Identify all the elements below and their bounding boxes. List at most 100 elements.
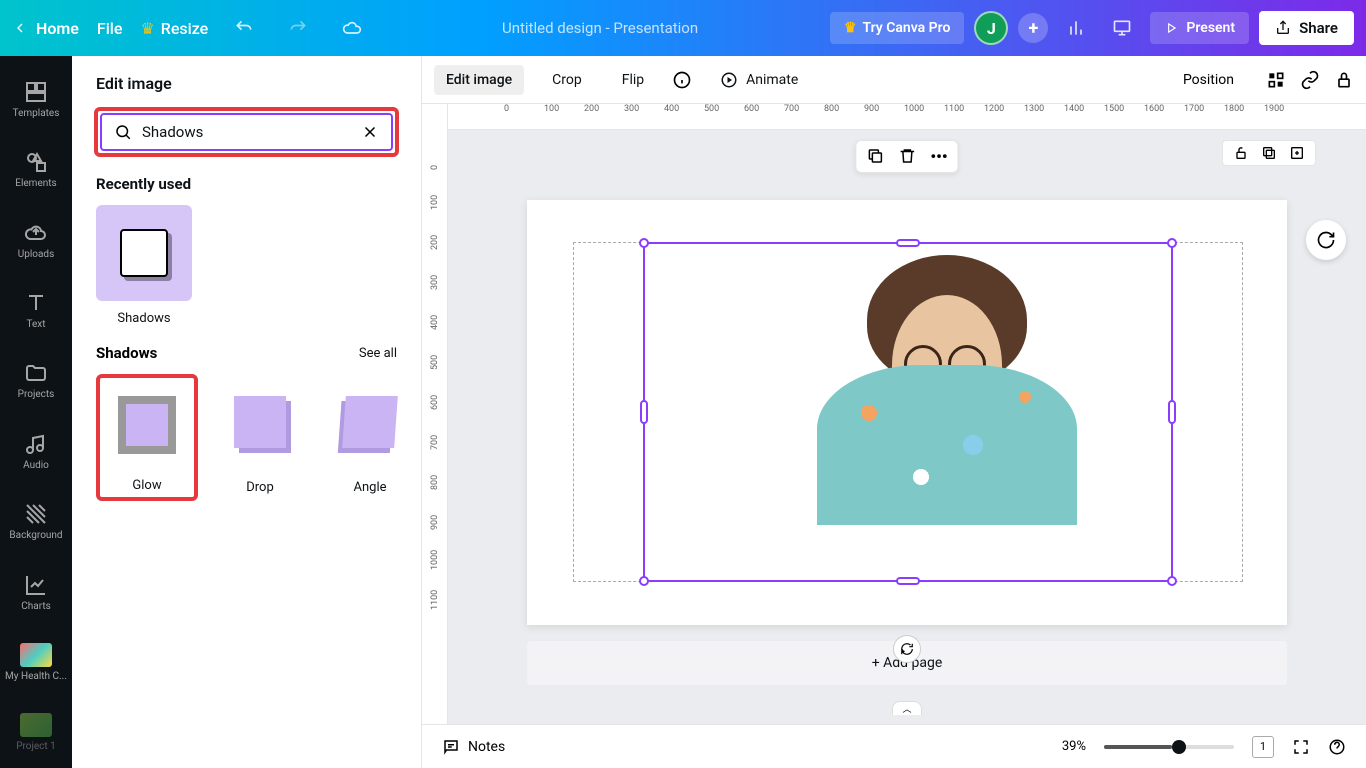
tick: 500 bbox=[704, 104, 744, 129]
duplicate-page-icon[interactable] bbox=[1261, 145, 1277, 161]
rail-label: Uploads bbox=[18, 249, 54, 260]
resize-button[interactable]: ♛ Resize bbox=[140, 19, 208, 38]
animate-icon bbox=[720, 71, 738, 89]
help-icon[interactable] bbox=[1328, 738, 1346, 756]
info-icon[interactable] bbox=[672, 70, 692, 90]
rail-templates[interactable]: Templates bbox=[0, 64, 72, 134]
resize-handle-top[interactable] bbox=[896, 239, 920, 247]
panel-title: Edit image bbox=[72, 56, 421, 107]
shadow-option-angle[interactable]: Angle bbox=[322, 374, 418, 501]
shadows-heading: Shadows bbox=[96, 344, 157, 362]
duplicate-icon[interactable] bbox=[866, 147, 884, 165]
tick: 1100 bbox=[944, 104, 984, 129]
rail-audio[interactable]: Audio bbox=[0, 416, 72, 486]
thumb-label: Drop bbox=[246, 480, 274, 495]
trash-icon[interactable] bbox=[898, 147, 916, 165]
cloud-icon bbox=[342, 18, 362, 38]
rail-projects[interactable]: Projects bbox=[0, 346, 72, 416]
resize-handle-bottom[interactable] bbox=[896, 577, 920, 585]
lock-icon[interactable] bbox=[1334, 70, 1354, 90]
shadows-thumb bbox=[96, 205, 192, 301]
tick: 1100 bbox=[430, 570, 440, 610]
tool-position[interactable]: Position bbox=[1183, 72, 1234, 88]
tool-animate[interactable]: Animate bbox=[708, 64, 810, 96]
rail-uploads[interactable]: Uploads bbox=[0, 205, 72, 275]
shadow-option-drop[interactable]: Drop bbox=[212, 374, 308, 501]
rail-charts[interactable]: Charts bbox=[0, 557, 72, 627]
resize-handle-tr[interactable] bbox=[1167, 238, 1177, 248]
tick: 1000 bbox=[904, 104, 944, 129]
topbar-right: ♛ Try Canva Pro J + Present Share bbox=[830, 10, 1354, 46]
page-indicator[interactable]: 1 bbox=[1252, 736, 1274, 758]
canvas-viewport[interactable]: ••• bbox=[448, 130, 1366, 724]
rail-label: Projects bbox=[18, 389, 55, 400]
zoom-value[interactable]: 39% bbox=[1062, 739, 1086, 754]
templates-icon bbox=[24, 80, 48, 104]
tool-edit-image[interactable]: Edit image bbox=[434, 65, 524, 95]
rotate-handle[interactable] bbox=[893, 635, 921, 663]
zoom-slider-knob[interactable] bbox=[1172, 740, 1186, 754]
fullscreen-icon[interactable] bbox=[1292, 738, 1310, 756]
unlock-icon[interactable] bbox=[1233, 145, 1249, 161]
design-title[interactable]: Untitled design - Presentation bbox=[370, 19, 830, 37]
tick: 1800 bbox=[1224, 104, 1264, 129]
link-icon[interactable] bbox=[1300, 70, 1320, 90]
topbar-left: Home File ♛ Resize bbox=[12, 10, 370, 46]
insights-button[interactable] bbox=[1058, 10, 1094, 46]
selection-frame[interactable] bbox=[643, 242, 1173, 582]
recently-used-heading: Recently used bbox=[72, 175, 421, 205]
home-button[interactable]: Home bbox=[12, 19, 79, 38]
present-button[interactable]: Present bbox=[1150, 12, 1249, 44]
resize-handle-left[interactable] bbox=[640, 400, 648, 424]
tick: 1900 bbox=[1264, 104, 1304, 129]
try-pro-button[interactable]: ♛ Try Canva Pro bbox=[830, 12, 964, 44]
redo-button[interactable] bbox=[280, 10, 316, 46]
tick: 700 bbox=[784, 104, 824, 129]
search-input[interactable] bbox=[142, 123, 361, 141]
file-menu[interactable]: File bbox=[97, 19, 123, 38]
thumb-label: Angle bbox=[353, 480, 386, 495]
shadow-option-glow[interactable]: Glow bbox=[104, 382, 190, 493]
canvas-main: 0100200300400500600700800900100011001200… bbox=[448, 104, 1366, 724]
notes-button[interactable]: Notes bbox=[442, 738, 505, 756]
undo-button[interactable] bbox=[226, 10, 262, 46]
tick: 100 bbox=[430, 170, 440, 210]
add-member-button[interactable]: + bbox=[1018, 13, 1048, 43]
horizontal-ruler: 0100200300400500600700800900100011001200… bbox=[448, 104, 1366, 130]
recent-shadows-item[interactable]: Shadows bbox=[96, 205, 192, 326]
design-page[interactable] bbox=[527, 200, 1287, 625]
rail-app-project1[interactable]: Project 1 bbox=[0, 698, 72, 768]
tool-crop[interactable]: Crop bbox=[540, 65, 594, 95]
resize-handle-right[interactable] bbox=[1168, 400, 1176, 424]
add-page-icon[interactable] bbox=[1289, 145, 1305, 161]
zoom-slider[interactable] bbox=[1104, 745, 1234, 749]
transparency-icon[interactable] bbox=[1266, 70, 1286, 90]
present-options-button[interactable] bbox=[1104, 10, 1140, 46]
collapse-pages-tab[interactable]: ︿ bbox=[892, 701, 922, 715]
magic-recommend-button[interactable] bbox=[1306, 220, 1346, 260]
rail-background[interactable]: Background bbox=[0, 486, 72, 556]
tool-flip[interactable]: Flip bbox=[610, 65, 656, 95]
floating-toolbar: ••• bbox=[855, 140, 958, 173]
play-icon bbox=[1164, 21, 1178, 35]
rail-app-health[interactable]: My Health C... bbox=[0, 627, 72, 697]
footer-bar: Notes 39% 1 bbox=[422, 724, 1366, 768]
more-icon[interactable]: ••• bbox=[930, 147, 947, 166]
user-avatar[interactable]: J bbox=[974, 11, 1008, 45]
clear-search-icon[interactable] bbox=[361, 123, 379, 141]
share-button[interactable]: Share bbox=[1259, 11, 1354, 45]
tick: 0 bbox=[430, 130, 440, 170]
rail-elements[interactable]: Elements bbox=[0, 134, 72, 204]
shadow-options: Glow Drop Angle bbox=[72, 374, 421, 519]
resize-handle-tl[interactable] bbox=[639, 238, 649, 248]
rail-text[interactable]: Text bbox=[0, 275, 72, 345]
drop-thumb bbox=[212, 374, 308, 470]
tick: 1700 bbox=[1184, 104, 1224, 129]
resize-handle-bl[interactable] bbox=[639, 576, 649, 586]
rail-label: Audio bbox=[23, 460, 49, 471]
ruler-area: 010020030040050060070080090010001100 010… bbox=[422, 104, 1366, 724]
cloud-sync-button[interactable] bbox=[334, 10, 370, 46]
charts-icon bbox=[24, 573, 48, 597]
see-all-link[interactable]: See all bbox=[359, 346, 397, 361]
resize-handle-br[interactable] bbox=[1167, 576, 1177, 586]
